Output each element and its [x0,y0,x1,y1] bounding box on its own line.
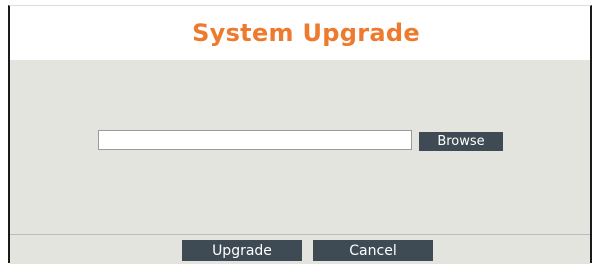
action-bar: Upgrade Cancel [10,235,590,264]
browse-button[interactable]: Browse [419,132,503,151]
upgrade-form: Browse [10,60,590,234]
title-bar: System Upgrade [10,6,590,60]
page-title: System Upgrade [192,19,420,47]
firmware-file-path-input[interactable] [98,130,412,150]
system-upgrade-panel: System Upgrade Browse Upgrade Cancel [8,5,592,264]
cancel-button[interactable]: Cancel [313,240,433,261]
upgrade-button[interactable]: Upgrade [182,240,302,261]
